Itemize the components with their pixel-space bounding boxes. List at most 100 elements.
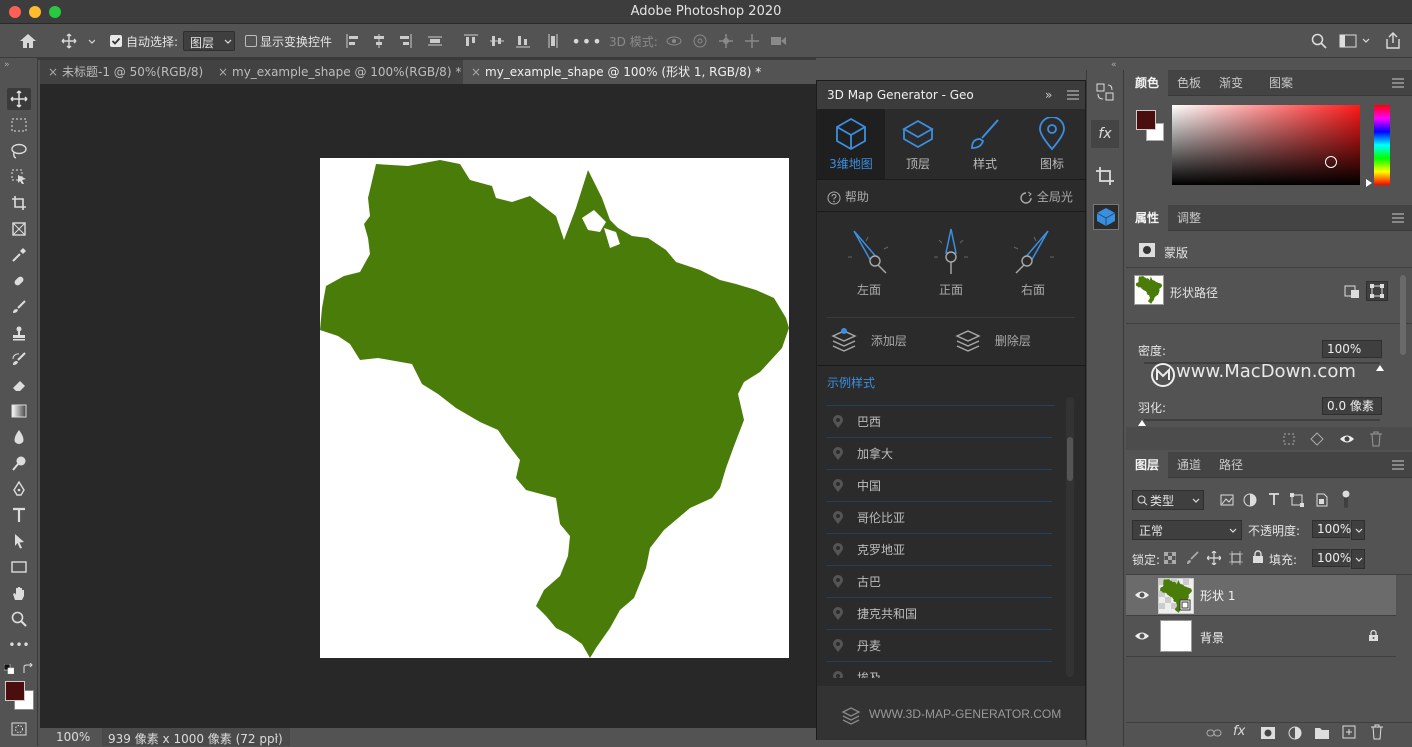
add-mask-icon[interactable] <box>1260 726 1276 740</box>
blend-mode-dropdown[interactable]: 正常 <box>1132 520 1242 540</box>
tab-channels[interactable]: 通道 <box>1168 452 1210 478</box>
pan-3d-icon[interactable] <box>716 32 736 50</box>
feather-field[interactable]: 0.0 像素 <box>1322 397 1382 415</box>
quick-mask-icon[interactable] <box>7 718 31 740</box>
swap-colors-icon[interactable] <box>22 663 34 675</box>
blur-tool-icon[interactable] <box>7 426 31 448</box>
add-layer-button[interactable]: 添加层 <box>831 327 907 353</box>
align-center-icon[interactable] <box>370 32 388 50</box>
feather-slider-handle[interactable] <box>1138 420 1146 426</box>
lasso-tool-icon[interactable] <box>7 140 31 162</box>
foreground-color-chip[interactable] <box>1136 110 1156 130</box>
more-options-icon[interactable]: ••• <box>571 32 601 51</box>
new-layer-icon[interactable] <box>1342 725 1356 739</box>
view-right-button[interactable]: 右面 <box>1003 227 1063 298</box>
document-canvas[interactable] <box>320 158 789 658</box>
auto-select-dropdown[interactable]: 图层 <box>183 31 235 51</box>
collapse-panel-icon[interactable]: » <box>1045 81 1052 109</box>
crop-tool-icon[interactable] <box>7 192 31 214</box>
layer-row-background[interactable]: 背景 <box>1126 616 1396 657</box>
tab-my-example-shape[interactable]: × my_example_shape @ 100%(RGB/8) * <box>210 60 463 84</box>
tab-untitled-1[interactable]: × 未标题-1 @ 50%(RGB/8) <box>40 60 210 84</box>
distribute-icon[interactable] <box>426 32 444 50</box>
3d-map-panel-icon[interactable] <box>1093 204 1119 230</box>
roll-3d-icon[interactable] <box>690 32 710 50</box>
orbit-3d-icon[interactable] <box>664 32 684 50</box>
align-top-icon[interactable] <box>462 32 480 50</box>
list-item[interactable]: 克罗地亚 <box>827 534 1052 566</box>
dodge-tool-icon[interactable] <box>7 452 31 474</box>
footer-link[interactable]: WWW.3D-MAP-GENERATOR.COM <box>869 707 1061 721</box>
select-path-icon[interactable] <box>1366 281 1388 301</box>
layer-visibility-eye-icon[interactable] <box>1134 629 1150 643</box>
fx-panel-icon[interactable]: fx <box>1091 120 1119 148</box>
filter-toggle[interactable] <box>1342 490 1350 508</box>
hue-slider-handle[interactable] <box>1366 179 1372 187</box>
list-item[interactable]: 埃及 <box>827 662 1052 678</box>
filter-adjustment-icon[interactable] <box>1243 493 1257 507</box>
foreground-color-swatch[interactable] <box>5 681 25 701</box>
filter-type-icon[interactable] <box>1267 492 1281 506</box>
global-light-button[interactable]: 全局光 <box>1019 188 1073 205</box>
brush-tool-icon[interactable] <box>7 296 31 318</box>
home-icon[interactable] <box>16 31 40 51</box>
move-tool-preset-icon[interactable] <box>58 31 98 51</box>
tab-style[interactable]: 样式 <box>951 117 1019 172</box>
zoom-level[interactable]: 100% <box>56 730 90 744</box>
frame-tool-icon[interactable] <box>7 218 31 240</box>
filter-shape-icon[interactable] <box>1290 493 1304 507</box>
healing-brush-tool-icon[interactable] <box>7 270 31 292</box>
panel-menu-icon[interactable] <box>1067 90 1079 100</box>
collapse-arrows-icon[interactable]: » <box>4 60 10 70</box>
object-selection-tool-icon[interactable] <box>7 166 31 188</box>
eraser-tool-icon[interactable] <box>7 374 31 396</box>
panel-menu-icon[interactable] <box>1392 460 1404 470</box>
panel-menu-icon[interactable] <box>1392 78 1404 88</box>
panel-menu-icon[interactable] <box>1392 213 1404 223</box>
delete-layer-button[interactable]: 删除层 <box>955 327 1031 353</box>
color-field[interactable] <box>1172 105 1360 185</box>
close-tab-icon[interactable]: × <box>48 60 58 84</box>
distribute-vertical-icon[interactable] <box>544 32 562 50</box>
tab-paths[interactable]: 路径 <box>1210 452 1252 478</box>
chevron-right-icon[interactable]: › <box>274 729 279 743</box>
list-item[interactable]: 哥伦比亚 <box>827 502 1052 534</box>
tab-3d-map[interactable]: 3维地图 <box>817 117 885 172</box>
workspace-switcher-icon[interactable] <box>1336 31 1376 51</box>
tab-properties[interactable]: 属性 <box>1126 205 1169 231</box>
camera-3d-icon[interactable] <box>768 32 788 50</box>
examples-list[interactable]: 巴西 加拿大 中国 哥伦比亚 克罗地亚 古巴 捷克共和国 丹麦 埃及 <box>817 406 1065 678</box>
list-item[interactable]: 捷克共和国 <box>827 598 1052 630</box>
default-colors-icon[interactable] <box>4 664 14 674</box>
tab-layers[interactable]: 图层 <box>1126 452 1169 478</box>
rectangle-tool-icon[interactable] <box>7 556 31 578</box>
properties-scrollbar[interactable] <box>1400 275 1406 355</box>
gradient-tool-icon[interactable] <box>7 400 31 422</box>
list-item[interactable]: 古巴 <box>827 566 1052 598</box>
align-middle-icon[interactable] <box>488 32 506 50</box>
apply-vector-mask-icon[interactable] <box>1344 283 1360 299</box>
clone-stamp-tool-icon[interactable] <box>7 322 31 344</box>
list-item[interactable]: 加拿大 <box>827 438 1052 470</box>
hue-slider[interactable] <box>1374 105 1390 185</box>
hand-tool-icon[interactable] <box>7 582 31 604</box>
adjustment-layer-icon[interactable] <box>1288 726 1302 740</box>
eyedropper-tool-icon[interactable] <box>7 244 31 266</box>
lock-position-icon[interactable] <box>1207 551 1221 565</box>
lock-pixels-icon[interactable] <box>1186 551 1200 565</box>
scrollbar-thumb[interactable] <box>1067 437 1073 481</box>
path-selection-tool-icon[interactable] <box>7 530 31 552</box>
move-tool-icon[interactable] <box>7 88 31 110</box>
delete-layer-icon[interactable] <box>1370 724 1384 740</box>
tab-patterns[interactable]: 图案 <box>1260 70 1302 96</box>
lock-artboard-icon[interactable] <box>1229 551 1243 565</box>
share-icon[interactable] <box>1382 30 1404 52</box>
close-tab-icon[interactable]: × <box>471 60 481 84</box>
view-left-button[interactable]: 左面 <box>839 227 899 298</box>
list-item[interactable]: 巴西 <box>827 406 1052 438</box>
load-selection-icon[interactable] <box>1282 432 1296 446</box>
lock-all-icon[interactable] <box>1252 550 1264 564</box>
history-panel-icon[interactable] <box>1095 82 1115 102</box>
show-transform-checkbox[interactable] <box>245 35 257 47</box>
layer-name[interactable]: 形状 1 <box>1200 587 1235 604</box>
